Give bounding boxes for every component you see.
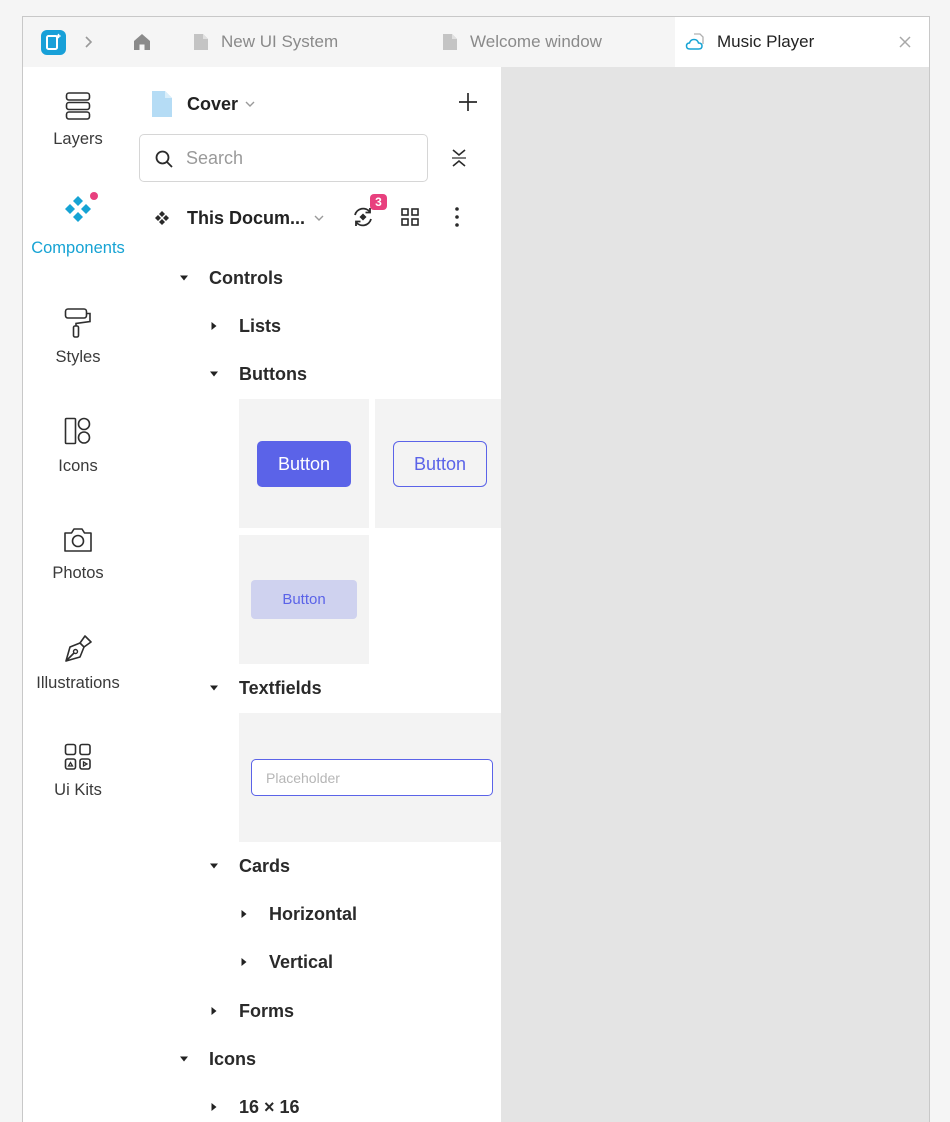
collapse-all-button[interactable] (449, 147, 469, 169)
component-tile-button-primary[interactable]: Button (239, 399, 369, 528)
grid-view-icon[interactable] (400, 207, 420, 227)
chevron-down-icon (245, 101, 255, 107)
caret-down-icon (210, 685, 218, 691)
tree-item-label: Vertical (269, 951, 334, 972)
camera-icon (64, 528, 92, 552)
sidebar-item-icons[interactable]: Icons (23, 416, 133, 506)
tree-group-textfields[interactable]: Textfields (209, 674, 322, 702)
add-page-button[interactable] (457, 91, 479, 113)
chevron-down-icon (314, 215, 324, 221)
caret-right-icon (211, 322, 217, 330)
library-title: This Docum... (187, 207, 306, 228)
tree-item-label: Cards (239, 855, 291, 876)
component-tile-textfield[interactable] (239, 713, 505, 842)
tree-item-label: Forms (239, 1000, 295, 1021)
textfield-preview (251, 759, 493, 796)
tab-music-player[interactable]: Music Player (675, 17, 929, 67)
canvas-area[interactable] (501, 67, 929, 1122)
tree-group-buttons[interactable]: Buttons (209, 360, 307, 388)
sidebar-item-illustrations[interactable]: Illustrations (23, 633, 133, 723)
tree-group-lists[interactable]: Lists (209, 312, 281, 340)
chevron-right-icon (85, 36, 93, 48)
home-icon[interactable] (131, 31, 153, 53)
caret-right-icon (241, 958, 247, 966)
component-library-icon (155, 211, 169, 225)
components-panel: Cover This D (133, 67, 505, 1122)
tree-group-cards[interactable]: Cards (209, 852, 290, 880)
caret-down-icon (210, 371, 218, 377)
tree-group-forms[interactable]: Forms (209, 997, 294, 1025)
caret-down-icon (180, 275, 188, 281)
tab-label: New UI System (221, 32, 339, 51)
component-tile-button-soft[interactable]: Button (239, 535, 369, 664)
search-input[interactable] (186, 145, 416, 171)
tree-item-label: Icons (209, 1048, 257, 1069)
tree-group-horizontal[interactable]: Horizontal (239, 900, 357, 928)
more-options-icon[interactable] (451, 206, 463, 228)
page-title: Cover (187, 93, 239, 114)
tab-new-ui-system[interactable]: New UI System (193, 17, 338, 67)
caret-down-icon (210, 863, 218, 869)
tab-label: Music Player (717, 32, 815, 51)
page-selector[interactable]: Cover (151, 89, 256, 119)
paint-roller-icon (64, 308, 91, 338)
page-icon (152, 91, 172, 117)
tree-item-label: Lists (239, 315, 282, 336)
document-icon (194, 34, 208, 50)
library-selector[interactable]: This Docum... (153, 203, 325, 233)
tab-label: Welcome window (470, 32, 602, 51)
tree-item-label: Horizontal (269, 903, 357, 924)
tree-item-label: 16 × 16 (239, 1096, 300, 1117)
tree-group-16x16[interactable]: 16 × 16 (209, 1093, 300, 1121)
component-tile-button-outline[interactable]: Button (375, 399, 505, 528)
tree-item-label: Controls (209, 267, 283, 288)
search-icon (155, 150, 173, 168)
sidebar-item-label: Components (31, 239, 125, 257)
sidebar-item-label: Icons (58, 457, 98, 475)
sidebar-rail: Layers Components Styles Icons Photos Il… (23, 67, 133, 1122)
sidebar-item-label: Photos (52, 564, 104, 582)
cloud-document-icon (685, 33, 704, 50)
tab-bar: New UI System Welcome window Music Playe… (23, 17, 929, 67)
close-icon[interactable] (897, 34, 913, 50)
ui-kits-icon (64, 743, 91, 770)
sidebar-item-label: Ui Kits (54, 781, 102, 799)
button-primary-preview: Button (257, 441, 351, 487)
icons-icon (64, 417, 91, 445)
caret-right-icon (211, 1103, 217, 1111)
tree-group-icons[interactable]: Icons (179, 1045, 256, 1073)
sidebar-item-ui-kits[interactable]: Ui Kits (23, 742, 133, 832)
sidebar-item-styles[interactable]: Styles (23, 307, 133, 397)
button-outline-preview: Button (393, 441, 487, 487)
document-icon (443, 34, 457, 50)
tab-welcome-window[interactable]: Welcome window (442, 17, 602, 67)
search-box (139, 134, 428, 182)
layers-icon (65, 92, 91, 120)
app-logo-icon[interactable] (41, 30, 66, 55)
sidebar-item-label: Illustrations (36, 674, 120, 692)
caret-down-icon (180, 1056, 188, 1062)
pen-icon (65, 635, 92, 662)
components-icon (65, 192, 98, 222)
tree-item-label: Buttons (239, 363, 307, 384)
sidebar-item-layers[interactable]: Layers (23, 91, 133, 181)
update-count-badge: 3 (370, 194, 387, 210)
sidebar-item-label: Layers (53, 130, 103, 148)
app-window: New UI System Welcome window Music Playe… (22, 16, 930, 1122)
tree-group-controls[interactable]: Controls (179, 264, 283, 292)
caret-right-icon (241, 910, 247, 918)
tree-group-vertical[interactable]: Vertical (239, 948, 333, 976)
button-soft-preview: Button (251, 580, 357, 619)
sidebar-item-components[interactable]: Components (23, 192, 133, 282)
sidebar-item-photos[interactable]: Photos (23, 525, 133, 615)
caret-right-icon (211, 1007, 217, 1015)
sidebar-item-label: Styles (55, 348, 101, 366)
tree-item-label: Textfields (239, 677, 322, 698)
